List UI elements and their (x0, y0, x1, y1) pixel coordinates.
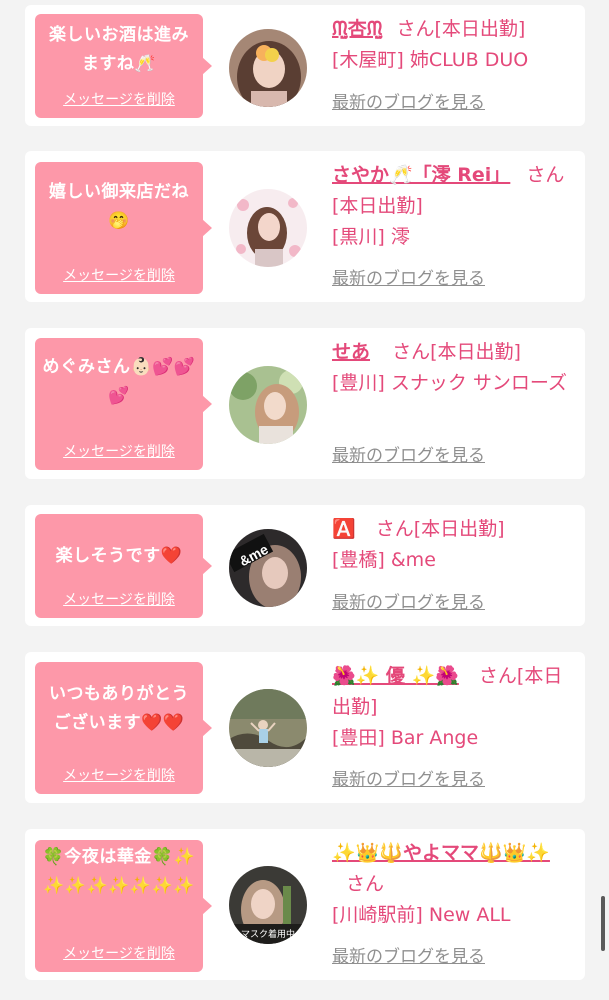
cast-info: ✨👑🔱やよママ🔱👑✨ さん [川崎駅前] New ALL (332, 838, 572, 931)
avatar[interactable] (229, 189, 307, 267)
avatar-photo: &me (229, 529, 307, 607)
cast-status: さん[本日出勤] (392, 341, 521, 363)
avatar[interactable] (229, 366, 307, 444)
scrollbar[interactable] (601, 896, 605, 951)
message-text: 🍀今夜は華金🍀✨✨✨✨✨✨✨✨ (42, 847, 196, 896)
latest-blog-link[interactable]: 最新のブログを見る (332, 769, 485, 791)
cast-status: さん[本日出勤] (396, 18, 526, 40)
cast-info: 🌺✨ 優 ✨🌺 さん[本日出勤] [豊田] Bar Ange (332, 661, 572, 754)
delete-message-link[interactable]: メッセージを削除 (35, 591, 203, 609)
cast-name[interactable]: 🅰️ (332, 518, 356, 540)
latest-blog-link[interactable]: 最新のブログを見る (332, 268, 485, 290)
message-bubble: いつもありがとうございます❤️❤️ メッセージを削除 (35, 662, 212, 794)
message-card: 嬉しい御来店だね🤭 メッセージを削除 さやか🥂「澪 Rei」 さん[本日出勤] … (25, 151, 585, 302)
cast-name[interactable]: 🌺✨ 優 ✨🌺 (332, 665, 459, 687)
message-text: 楽しそうです❤️ (55, 546, 183, 566)
avatar-photo (229, 189, 307, 267)
message-card: 🍀今夜は華金🍀✨✨✨✨✨✨✨✨ メッセージを削除 マスク着用中 ✨👑🔱やよママ🔱… (25, 829, 585, 980)
message-bubble: めぐみさん👶🏻💕💕💕 メッセージを削除 (35, 338, 212, 470)
latest-blog-link[interactable]: 最新のブログを見る (332, 92, 485, 114)
message-bubble: 楽しそうです❤️ メッセージを削除 (35, 514, 212, 618)
shop-info: [豊橋] &me (332, 549, 436, 571)
message-text: 楽しいお酒は進みますね🥂 (49, 25, 189, 74)
message-card: 楽しいお酒は進みますね🥂 メッセージを削除 ᙏ̤̫杏ᙏ̤̫ さん[本日出勤] [… (25, 5, 585, 126)
cast-status: さん (346, 873, 385, 895)
message-bubble: 楽しいお酒は進みますね🥂 メッセージを削除 (35, 14, 212, 118)
cast-status: さん[本日出勤] (375, 518, 505, 540)
shop-info: [豊田] Bar Ange (332, 727, 479, 749)
message-text: 嬉しい御来店だね🤭 (49, 182, 189, 231)
avatar[interactable]: &me (229, 529, 307, 607)
avatar-photo: マスク着用中 (229, 866, 307, 944)
message-bubble: 嬉しい御来店だね🤭 メッセージを削除 (35, 162, 212, 294)
message-text: いつもありがとうございます❤️❤️ (49, 684, 189, 733)
shop-info: [豊川] スナック サンローズ (332, 372, 567, 394)
shop-info: [木屋町] 姉CLUB DUO (332, 49, 529, 71)
delete-message-link[interactable]: メッセージを削除 (35, 945, 203, 963)
avatar-photo (229, 689, 307, 767)
avatar-photo (229, 29, 307, 107)
avatar[interactable] (229, 689, 307, 767)
cast-name[interactable]: ᙏ̤̫杏ᙏ̤̫ (332, 18, 382, 40)
avatar-badge: マスク着用中 (241, 928, 295, 940)
cast-info: 🅰️ さん[本日出勤] [豊橋] &me (332, 514, 572, 576)
message-text: めぐみさん👶🏻💕💕💕 (42, 357, 196, 406)
cast-name[interactable]: さやか🥂「澪 Rei」 (332, 164, 510, 186)
latest-blog-link[interactable]: 最新のブログを見る (332, 592, 485, 614)
delete-message-link[interactable]: メッセージを削除 (35, 267, 203, 285)
cast-info: ᙏ̤̫杏ᙏ̤̫ さん[本日出勤] [木屋町] 姉CLUB DUO (332, 14, 572, 76)
latest-blog-link[interactable]: 最新のブログを見る (332, 946, 485, 968)
delete-message-link[interactable]: メッセージを削除 (35, 443, 203, 461)
message-card: めぐみさん👶🏻💕💕💕 メッセージを削除 せあ さん[本日出勤] [豊川] スナッ… (25, 328, 585, 479)
message-bubble: 🍀今夜は華金🍀✨✨✨✨✨✨✨✨ メッセージを削除 (35, 840, 212, 972)
delete-message-link[interactable]: メッセージを削除 (35, 91, 203, 109)
delete-message-link[interactable]: メッセージを削除 (35, 767, 203, 785)
shop-info: [川崎駅前] New ALL (332, 904, 511, 926)
cast-info: さやか🥂「澪 Rei」 さん[本日出勤] [黒川] 澪 (332, 160, 572, 253)
shop-info: [黒川] 澪 (332, 226, 410, 248)
cast-name[interactable]: ✨👑🔱やよママ🔱👑✨ (332, 842, 550, 864)
avatar[interactable] (229, 29, 307, 107)
message-card: 楽しそうです❤️ メッセージを削除 &me 🅰️ さん[本日出勤] [豊橋] &… (25, 505, 585, 626)
cast-info: せあ さん[本日出勤] [豊川] スナック サンローズ (332, 337, 572, 399)
avatar[interactable]: マスク着用中 (229, 866, 307, 944)
cast-name[interactable]: せあ (332, 341, 370, 363)
avatar-photo (229, 366, 307, 444)
latest-blog-link[interactable]: 最新のブログを見る (332, 445, 485, 467)
message-card: いつもありがとうございます❤️❤️ メッセージを削除 🌺✨ 優 ✨🌺 さん[本日… (25, 652, 585, 803)
